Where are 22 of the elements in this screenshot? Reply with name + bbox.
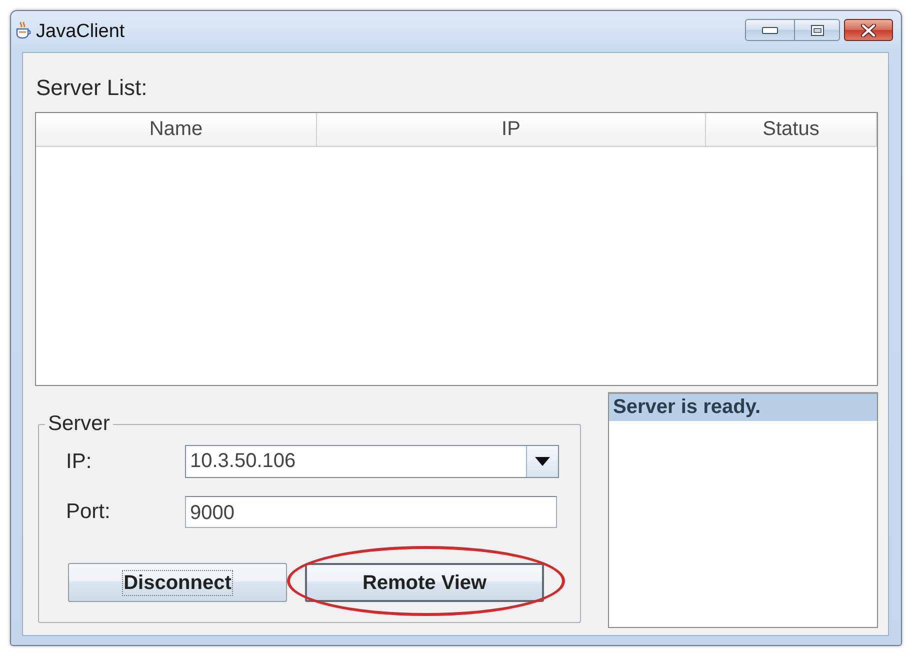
field-label: IP: (66, 450, 92, 474)
close-icon (861, 24, 876, 36)
group-title: Server (47, 412, 111, 436)
server-list-label: Server List: (36, 76, 148, 100)
log-item[interactable]: Server is ready. (609, 394, 877, 421)
minimize-button[interactable] (745, 19, 795, 41)
dropdown-arrow-button[interactable] (526, 446, 558, 477)
port-field[interactable]: 9000 (185, 496, 557, 528)
maximize-button[interactable] (795, 19, 840, 41)
caret-down-icon (535, 457, 550, 466)
disconnect-button[interactable]: Disconnect (68, 563, 287, 602)
column-header[interactable]: Name (36, 113, 317, 146)
window-title: JavaClient (36, 21, 125, 43)
field-label: Port: (66, 500, 110, 524)
ip-combo-box[interactable]: 10.3.50.106 (185, 445, 559, 478)
remote-view-button[interactable]: Remote View (305, 563, 544, 602)
close-button[interactable] (844, 19, 893, 41)
column-header[interactable]: Status (706, 113, 877, 146)
column-header[interactable]: IP (317, 113, 706, 146)
coffee-cup-icon (16, 22, 31, 39)
minimize-icon (762, 26, 778, 34)
maximize-icon (810, 24, 824, 36)
